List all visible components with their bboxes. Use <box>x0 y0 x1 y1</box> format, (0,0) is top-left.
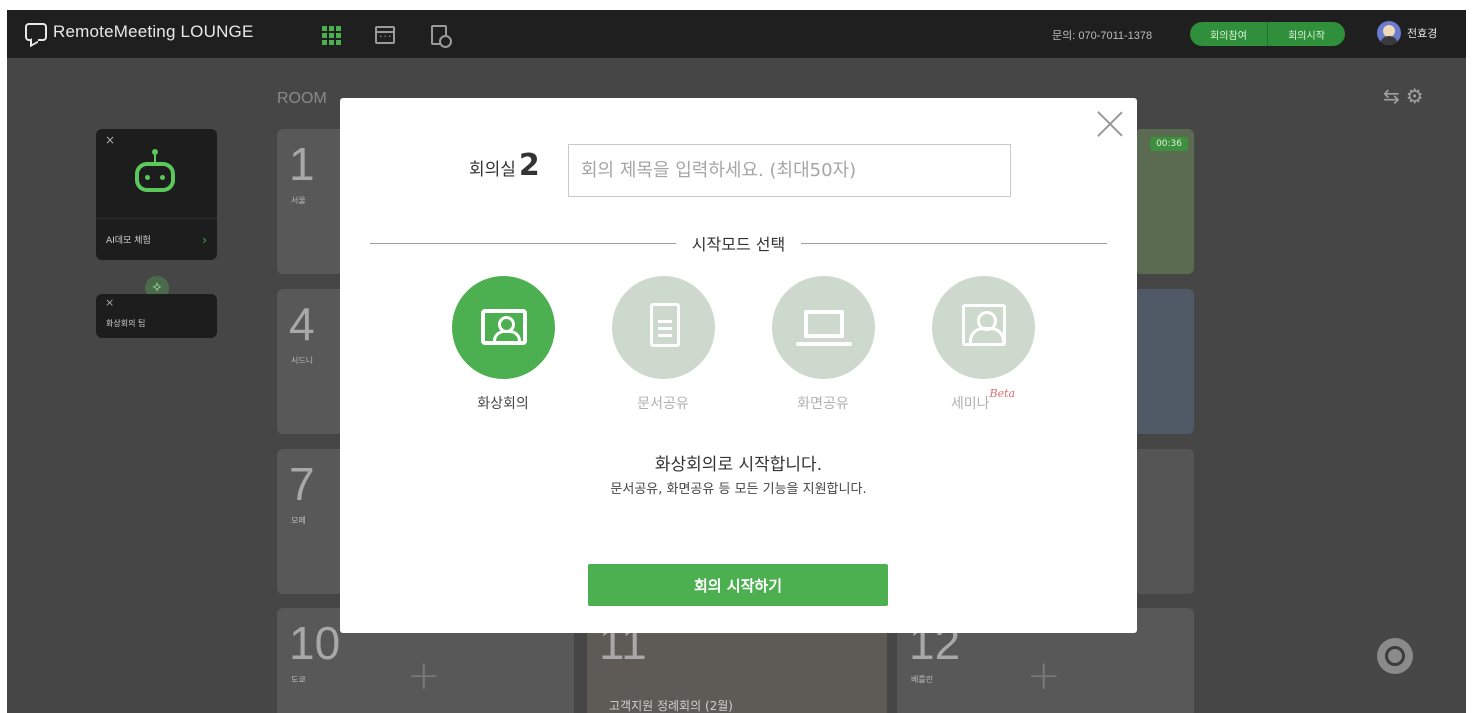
document-icon[interactable] <box>431 25 452 48</box>
robot-icon <box>132 149 178 203</box>
mode-document-share[interactable]: 문서공유 <box>603 276 723 413</box>
start-meeting-modal: 회의실 2 시작모드 선택 화상회의 문서공유 화면공유 세미나Beta 화상회… <box>340 98 1137 633</box>
grid-icon[interactable] <box>320 24 342 46</box>
room-title: 회의실 2 <box>469 151 540 181</box>
mode-screen-share[interactable]: 화면공유 <box>763 276 883 413</box>
mode-seminar[interactable]: 세미나Beta <box>923 276 1043 413</box>
close-icon[interactable]: × <box>105 296 114 309</box>
mode-description: 화상회의로 시작합니다. <box>654 455 823 475</box>
ai-demo-label: AI데모 체험 <box>106 236 151 246</box>
close-icon[interactable]: × <box>105 133 115 147</box>
meeting-tip-card[interactable]: × 화상회의 팁 <box>96 294 217 338</box>
lounge-app: RemoteMeeting LOUNGE 문의: 070-7011-1378 회… <box>7 10 1466 713</box>
exchange-icon[interactable]: ⇆ <box>1383 84 1400 108</box>
mode-video-conference[interactable]: 화상회의 <box>443 276 563 413</box>
calendar-icon[interactable] <box>375 26 395 44</box>
beta-badge: Beta <box>989 387 1016 400</box>
logo[interactable]: RemoteMeeting LOUNGE <box>25 22 254 42</box>
room-tile-3[interactable]: 00:36 <box>1135 129 1194 274</box>
join-meeting-button[interactable]: 회의참여 <box>1190 22 1267 46</box>
mode-description-detail: 문서공유, 화면공유 등 모든 기능을 지원합니다. <box>610 482 867 497</box>
chat-bubble-icon <box>25 23 47 41</box>
plus-icon: + <box>1027 653 1061 699</box>
room-label: 회의실 <box>469 160 516 180</box>
meeting-tip-label: 화상회의 팁 <box>106 319 146 328</box>
user-name: 전효경 <box>1407 27 1438 40</box>
gear-icon[interactable]: ⚙ <box>1406 84 1424 108</box>
screen-share-icon <box>795 310 852 346</box>
video-conference-icon <box>480 309 527 345</box>
mode-heading: 시작모드 선택 <box>370 231 1107 255</box>
start-meeting-button[interactable]: 회의시작 <box>1267 22 1345 46</box>
seminar-icon <box>961 304 1006 346</box>
room-list-label: ROOM <box>277 90 327 107</box>
contact-phone: 문의: 070-7011-1378 <box>1052 30 1153 42</box>
chevron-right-icon: › <box>202 232 207 247</box>
room-tile-6[interactable] <box>1135 289 1194 434</box>
ai-demo-card[interactable]: × AI데모 체험 › <box>96 129 217 260</box>
room-tile-9[interactable] <box>1135 449 1194 594</box>
avatar <box>1377 21 1401 45</box>
top-bar: RemoteMeeting LOUNGE 문의: 070-7011-1378 회… <box>7 10 1466 58</box>
support-icon[interactable] <box>1377 638 1413 674</box>
document-share-icon <box>649 303 680 347</box>
user-menu[interactable]: 전효경 <box>1377 21 1437 45</box>
meeting-timer: 00:36 <box>1150 137 1188 151</box>
room-number: 2 <box>518 148 540 183</box>
meeting-title-input[interactable] <box>568 144 1011 197</box>
meeting-button-group: 회의참여 회의시작 <box>1190 22 1345 46</box>
start-meeting-button[interactable]: 회의 시작하기 <box>588 564 888 606</box>
close-icon[interactable] <box>1096 109 1124 137</box>
plus-icon: + <box>407 653 441 699</box>
logo-text: RemoteMeeting LOUNGE <box>53 22 254 41</box>
